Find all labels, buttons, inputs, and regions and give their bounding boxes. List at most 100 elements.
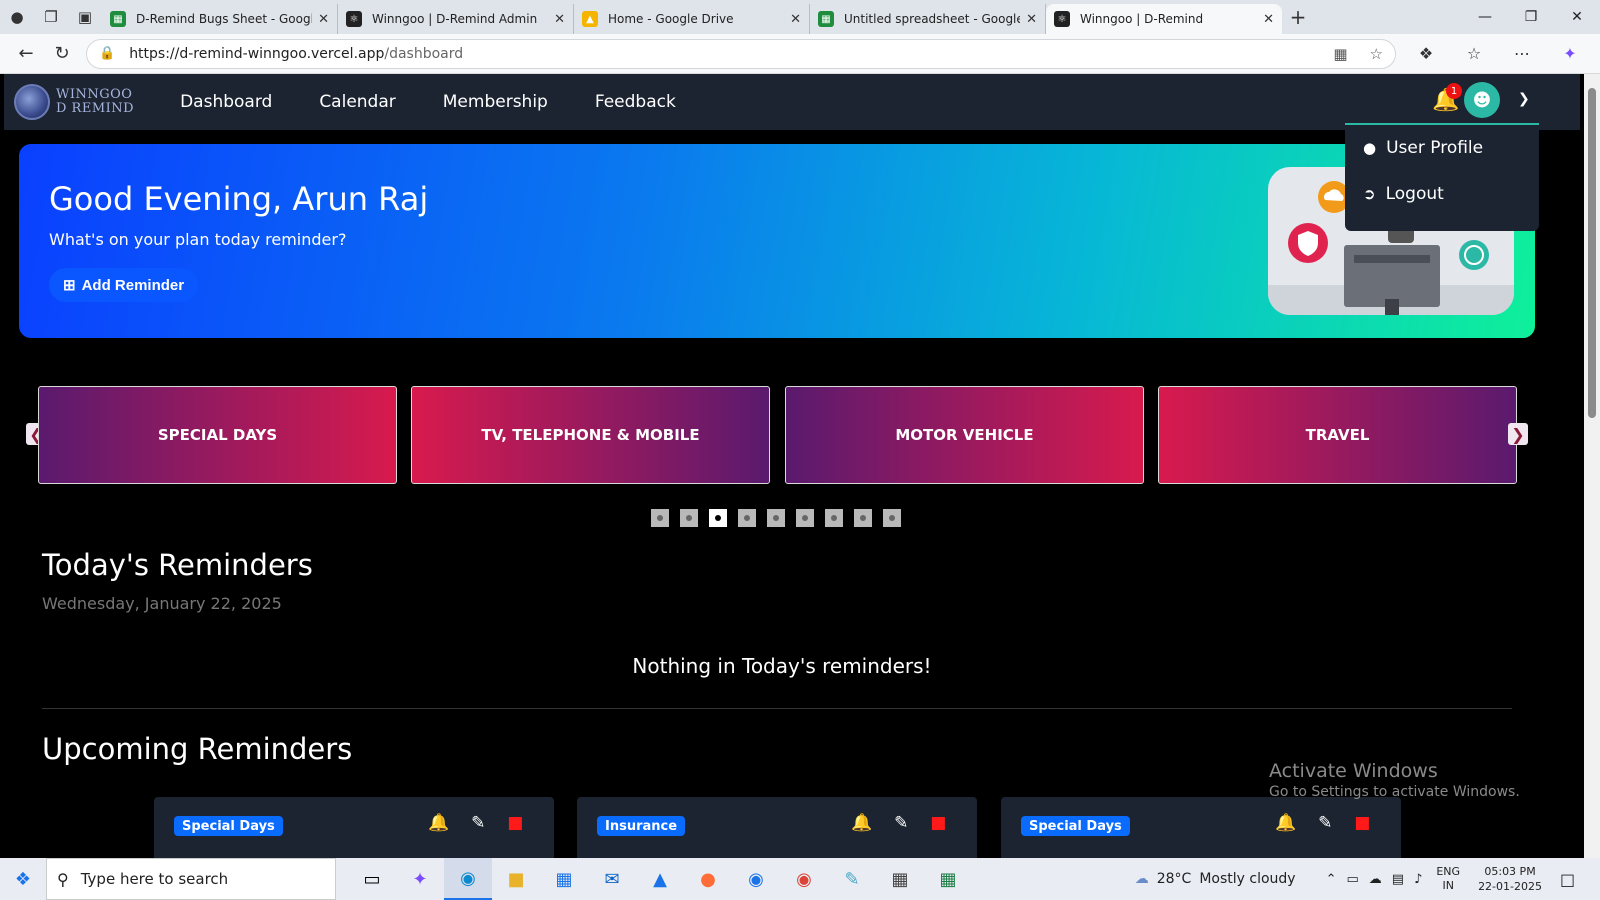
- category-card-travel[interactable]: TRAVEL: [1158, 386, 1517, 484]
- region-code: IN: [1442, 879, 1454, 892]
- category-card-motor-vehicle[interactable]: MOTOR VEHICLE: [785, 386, 1144, 484]
- nav-feedback[interactable]: Feedback: [595, 92, 676, 112]
- reminder-card[interactable]: Special Days 🔔 ✎ ■: [154, 797, 554, 858]
- edit-icon[interactable]: ✎: [894, 813, 908, 833]
- close-tab-icon[interactable]: ✕: [318, 12, 329, 27]
- copilot-icon[interactable]: ✦: [1548, 44, 1592, 63]
- postman-icon[interactable]: ●: [684, 858, 732, 900]
- carousel-dot[interactable]: [825, 509, 843, 527]
- language-indicator[interactable]: ENG IN: [1436, 865, 1460, 893]
- reminder-card[interactable]: Insurance 🔔 ✎ ■: [577, 797, 977, 858]
- chevron-up-icon[interactable]: ⌃: [1326, 872, 1337, 887]
- alarm-bell-icon[interactable]: 🔔: [1275, 813, 1296, 833]
- task-view-icon[interactable]: ▭: [348, 858, 396, 900]
- restore-icon[interactable]: ❐: [1508, 0, 1554, 34]
- weather-widget[interactable]: ☁ 28°C Mostly cloudy: [1135, 871, 1304, 887]
- sheets-icon: ▦: [818, 11, 834, 27]
- reminder-card[interactable]: Special Days 🔔 ✎ ■: [1001, 797, 1401, 858]
- edit-icon[interactable]: ✎: [1318, 813, 1332, 833]
- app-available-icon[interactable]: ▦: [1333, 45, 1347, 63]
- store-icon[interactable]: ▦: [540, 858, 588, 900]
- more-menu-icon[interactable]: ⋯: [1500, 44, 1544, 63]
- browser-tab[interactable]: ⚛ Winngoo | D-Remind Admin ✕: [338, 4, 574, 34]
- carousel-next-button[interactable]: ❯: [1508, 423, 1528, 445]
- close-tab-icon[interactable]: ✕: [1263, 12, 1274, 27]
- browser-tab[interactable]: ▦ Untitled spreadsheet - Google Sh ✕: [810, 4, 1046, 34]
- minimize-icon[interactable]: —: [1462, 0, 1508, 34]
- volume-muted-icon[interactable]: ♪: [1414, 872, 1422, 887]
- lang-code: ENG: [1436, 865, 1461, 878]
- greeting-subtitle: What's on your plan today reminder?: [49, 230, 347, 249]
- tab-actions-icon[interactable]: ▣: [68, 0, 102, 34]
- carousel-dot[interactable]: [680, 509, 698, 527]
- carousel-dot[interactable]: [738, 509, 756, 527]
- add-reminder-button[interactable]: ⊞ Add Reminder: [49, 268, 199, 302]
- alarm-bell-icon[interactable]: 🔔: [851, 813, 872, 833]
- browser-tab[interactable]: ▦ D-Remind Bugs Sheet - Google Sh ✕: [102, 4, 338, 34]
- profile-icon[interactable]: ●: [0, 0, 34, 34]
- notification-bell-icon[interactable]: 🔔 1: [1432, 83, 1462, 113]
- extensions-icon[interactable]: ❖: [1404, 44, 1448, 63]
- logo[interactable]: WINNGOO D REMIND: [14, 84, 134, 120]
- delete-trash-icon[interactable]: ■: [1354, 813, 1370, 833]
- lock-icon[interactable]: 🔒: [99, 46, 115, 61]
- chevron-down-icon[interactable]: ❯: [1518, 91, 1530, 107]
- browser-tab-active[interactable]: ⚛ Winngoo | D-Remind ✕: [1046, 4, 1282, 34]
- cloud-sync-icon[interactable]: ☁: [1369, 872, 1382, 887]
- category-card-special-days[interactable]: SPECIAL DAYS: [38, 386, 397, 484]
- excel-icon[interactable]: ▦: [924, 858, 972, 900]
- close-tab-icon[interactable]: ✕: [790, 12, 801, 27]
- scrollbar-thumb[interactable]: [1588, 88, 1596, 418]
- reload-icon[interactable]: ↻: [44, 43, 80, 64]
- carousel-dot-active[interactable]: [709, 509, 727, 527]
- menu-item-logout[interactable]: ➲ Logout: [1345, 171, 1539, 217]
- avatar[interactable]: ☻: [1464, 82, 1500, 118]
- copilot-app-icon[interactable]: ✦: [396, 858, 444, 900]
- plus-square-icon: ⊞: [63, 277, 76, 294]
- activate-windows-watermark: Activate Windows Go to Settings to activ…: [1269, 760, 1520, 800]
- logout-icon: ➲: [1363, 185, 1376, 203]
- close-tab-icon[interactable]: ✕: [554, 12, 565, 27]
- device-icon[interactable]: ▭: [1346, 872, 1358, 887]
- favorites-icon[interactable]: ☆: [1452, 44, 1496, 63]
- delete-trash-icon[interactable]: ■: [507, 813, 523, 833]
- carousel-dot[interactable]: [767, 509, 785, 527]
- notification-badge: 1: [1446, 83, 1462, 99]
- app-icon[interactable]: ◉: [732, 858, 780, 900]
- notepad-icon[interactable]: ✎: [828, 858, 876, 900]
- network-icon[interactable]: ▤: [1392, 872, 1404, 887]
- carousel-dot[interactable]: [883, 509, 901, 527]
- menu-item-user-profile[interactable]: ● User Profile: [1345, 125, 1539, 171]
- calculator-icon[interactable]: ▦: [876, 858, 924, 900]
- carousel-dot[interactable]: [796, 509, 814, 527]
- notification-center-icon[interactable]: □: [1560, 870, 1590, 889]
- app-icon[interactable]: ▲: [636, 858, 684, 900]
- chrome-icon[interactable]: ◉: [780, 858, 828, 900]
- favorite-star-icon[interactable]: ☆: [1370, 45, 1383, 63]
- file-explorer-icon[interactable]: ■: [492, 858, 540, 900]
- nav-calendar[interactable]: Calendar: [319, 92, 395, 112]
- delete-trash-icon[interactable]: ■: [930, 813, 946, 833]
- clock[interactable]: 05:03 PM 22-01-2025: [1478, 864, 1542, 894]
- taskbar-search-input[interactable]: ⚲ Type here to search: [46, 858, 336, 900]
- close-tab-icon[interactable]: ✕: [1026, 12, 1037, 27]
- close-window-icon[interactable]: ✕: [1554, 0, 1600, 34]
- url-field[interactable]: 🔒 https://d-remind-winngoo.vercel.app/da…: [86, 38, 1396, 69]
- windows-start-icon[interactable]: ❖: [0, 869, 46, 890]
- nav-membership[interactable]: Membership: [443, 92, 548, 112]
- outlook-icon[interactable]: ✉: [588, 858, 636, 900]
- react-icon: ⚛: [1054, 11, 1070, 27]
- alarm-bell-icon[interactable]: 🔔: [428, 813, 449, 833]
- carousel-dot[interactable]: [854, 509, 872, 527]
- back-icon[interactable]: ←: [8, 43, 44, 64]
- carousel-dot[interactable]: [651, 509, 669, 527]
- category-tag: Special Days: [1021, 816, 1130, 836]
- browser-tab[interactable]: ▲ Home - Google Drive ✕: [574, 4, 810, 34]
- edit-icon[interactable]: ✎: [471, 813, 485, 833]
- nav-dashboard[interactable]: Dashboard: [180, 92, 272, 112]
- category-card-tv-telephone-mobile[interactable]: TV, TELEPHONE & MOBILE: [411, 386, 770, 484]
- workspaces-icon[interactable]: ❐: [34, 0, 68, 34]
- new-tab-button[interactable]: +: [1282, 5, 1314, 29]
- edge-browser-icon[interactable]: ◉: [444, 858, 492, 900]
- page-scrollbar[interactable]: [1584, 74, 1600, 858]
